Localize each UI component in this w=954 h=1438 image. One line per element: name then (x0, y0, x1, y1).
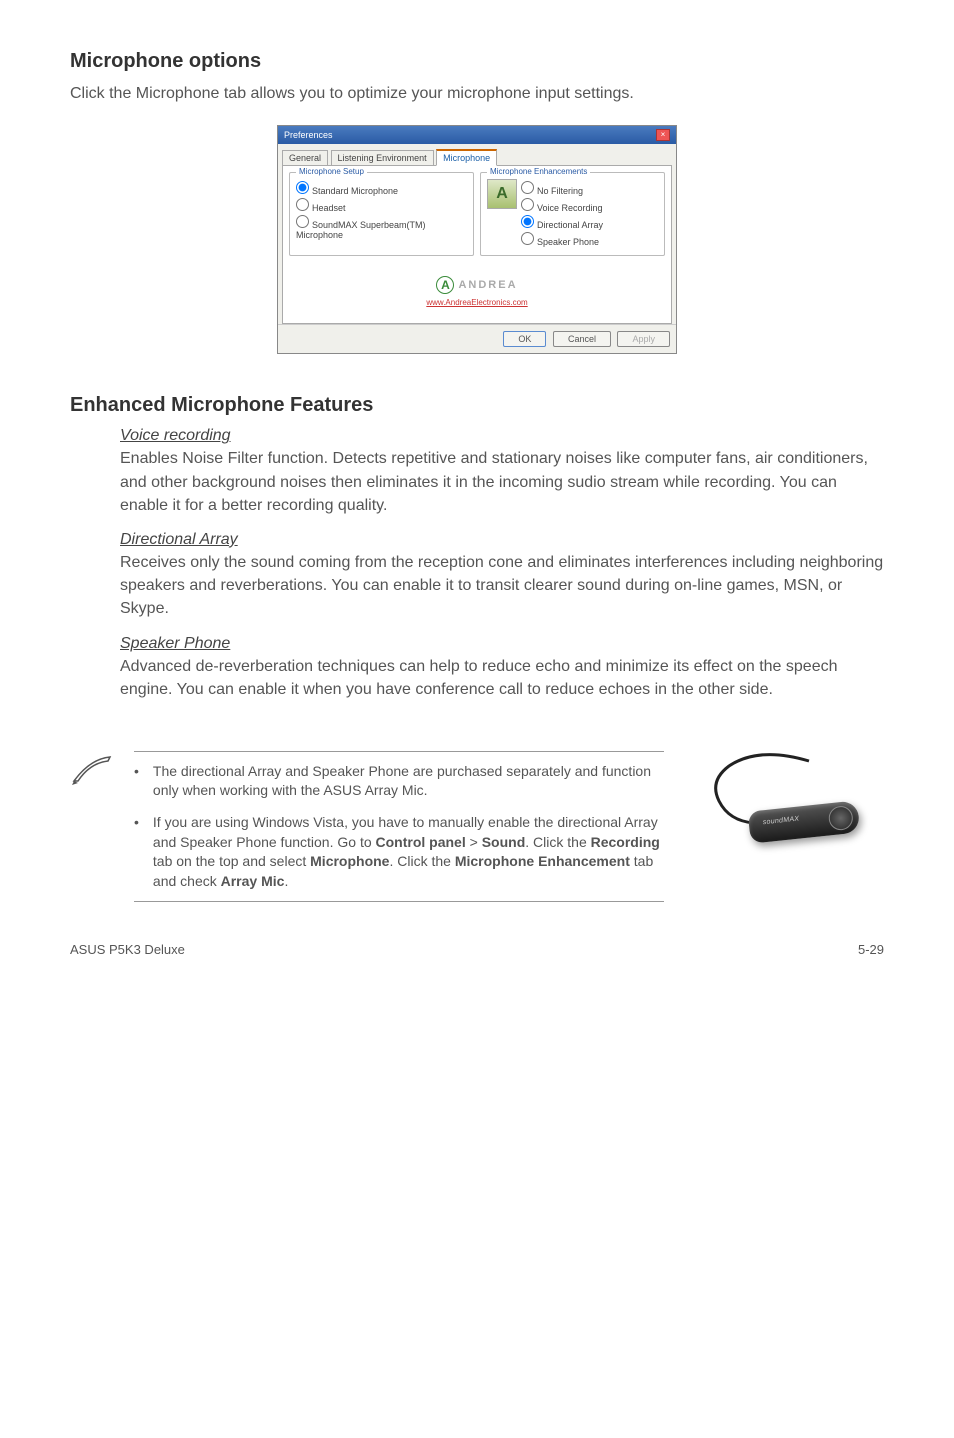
array-mic-image: soundMAX (684, 751, 884, 891)
bullet-dot-icon: • (134, 813, 139, 891)
device-label: soundMAX (762, 815, 799, 826)
feature-block: Speaker Phone Advanced de-reverberation t… (70, 635, 884, 701)
feature-title: Directional Array (120, 531, 884, 549)
andrea-circle-icon: A (436, 276, 454, 294)
note-bullet: •If you are using Windows Vista, you hav… (134, 813, 664, 891)
radio-standard-mic[interactable]: Standard Microphone (296, 181, 467, 196)
dialog-wrap: Preferences × General Listening Environm… (70, 125, 884, 354)
andrea-link[interactable]: www.AndreaElectronics.com (289, 298, 665, 307)
note-text: • The directional Array and Speaker Phone… (134, 751, 664, 903)
feature-block: Directional Array Receives only the sound… (70, 531, 884, 621)
feature-desc: Enables Noise Filter function. Detects r… (120, 447, 884, 517)
note-text-content: If you are using Windows Vista, you have… (153, 813, 664, 891)
note-text-content: The directional Array and Speaker Phone … (153, 762, 664, 801)
footer-left: ASUS P5K3 Deluxe (70, 942, 185, 957)
feature-title: Speaker Phone (120, 635, 884, 653)
mic-enhance-legend: Microphone Enhancements (487, 167, 590, 176)
tab-microphone[interactable]: Microphone (436, 149, 497, 166)
page-footer: ASUS P5K3 Deluxe 5-29 (70, 942, 884, 957)
footer-right: 5-29 (858, 942, 884, 957)
apply-button[interactable]: Apply (617, 331, 670, 347)
dialog-tabs: General Listening Environment Microphone (278, 144, 676, 165)
ok-button[interactable]: OK (503, 331, 546, 347)
mic-options-title: Microphone options (70, 50, 884, 73)
mic-setup-group: Microphone Setup Standard Microphone Hea… (289, 172, 474, 256)
radio-superbeam[interactable]: SoundMAX Superbeam(TM) Microphone (296, 215, 467, 240)
andrea-a-icon: A (487, 179, 517, 209)
feature-title: Voice recording (120, 427, 884, 445)
radio-voice-recording[interactable]: Voice Recording (521, 198, 603, 213)
mic-setup-legend: Microphone Setup (296, 167, 367, 176)
radio-headset[interactable]: Headset (296, 198, 467, 213)
radio-no-filtering[interactable]: No Filtering (521, 181, 603, 196)
cancel-button[interactable]: Cancel (553, 331, 611, 347)
note-block: • The directional Array and Speaker Phone… (70, 751, 884, 903)
preferences-dialog: Preferences × General Listening Environm… (277, 125, 677, 354)
dialog-buttons: OK Cancel Apply (278, 324, 676, 353)
radio-directional-array[interactable]: Directional Array (521, 215, 603, 230)
feature-block: Voice recording Enables Noise Filter func… (70, 427, 884, 517)
close-icon[interactable]: × (656, 129, 670, 141)
tab-listening-env[interactable]: Listening Environment (331, 150, 434, 165)
bullet-dot-icon: • (134, 762, 139, 801)
andrea-text: ANDREA (458, 279, 517, 291)
radio-speaker-phone[interactable]: Speaker Phone (521, 232, 603, 247)
enhanced-title: Enhanced Microphone Features (70, 394, 884, 417)
note-pencil-icon (70, 751, 114, 792)
note-bullet: • The directional Array and Speaker Phone… (134, 762, 664, 801)
mic-options-desc: Click the Microphone tab allows you to o… (70, 83, 884, 105)
tab-general[interactable]: General (282, 150, 328, 165)
dialog-titlebar: Preferences × (278, 126, 676, 144)
feature-desc: Receives only the sound coming from the … (120, 551, 884, 621)
mic-enhance-group: Microphone Enhancements A No Filtering V… (480, 172, 665, 256)
feature-desc: Advanced de-reverberation techniques can… (120, 655, 884, 701)
dialog-title: Preferences (284, 130, 333, 140)
andrea-logo: A ANDREA (289, 276, 665, 294)
